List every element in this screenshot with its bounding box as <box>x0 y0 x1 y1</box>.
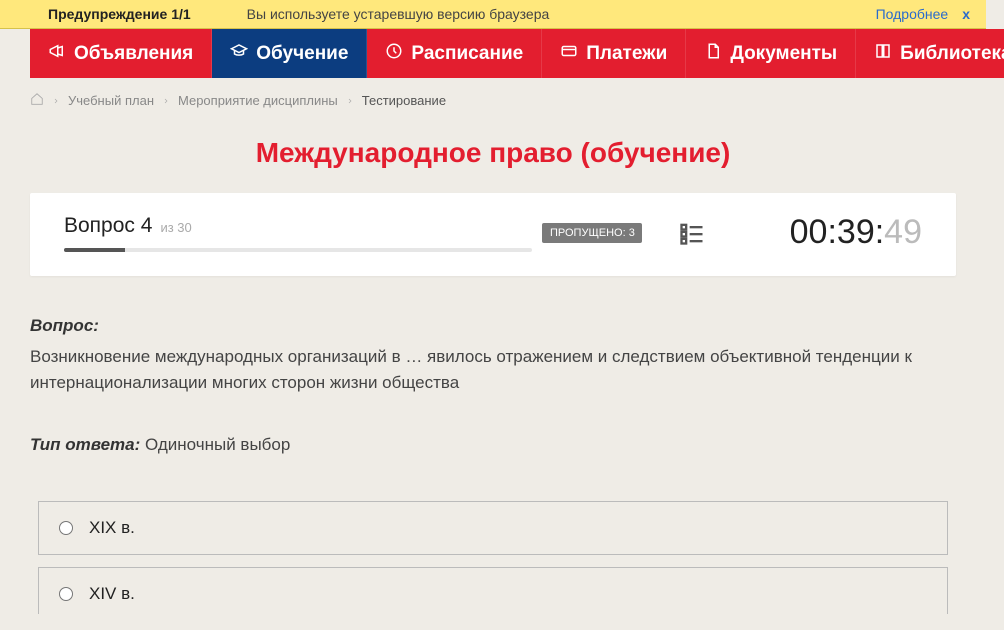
clock-icon <box>385 42 403 66</box>
question-label: Вопрос: <box>30 316 99 335</box>
answer-radio[interactable] <box>59 587 73 601</box>
home-icon[interactable] <box>30 92 44 109</box>
breadcrumb: Учебный план Мероприятие дисциплины Тест… <box>0 78 986 119</box>
crumb-event[interactable]: Мероприятие дисциплины <box>178 93 338 108</box>
tab-label: Документы <box>730 43 837 65</box>
chevron-right-icon <box>162 97 170 105</box>
tab-announcements[interactable]: Объявления <box>30 29 212 78</box>
question-total: из 30 <box>160 220 191 235</box>
timer-sub: 49 <box>884 213 922 251</box>
warning-close-button[interactable]: x <box>962 6 970 22</box>
tab-label: Расписание <box>411 43 523 65</box>
main-tabs: Объявления Обучение Расписание Платежи <box>30 29 956 78</box>
question-text: Возникновение международных организаций … <box>30 344 956 395</box>
page-title: Международное право (обучение) <box>0 137 986 169</box>
browser-warning-bar: Предупреждение 1/1 Вы используете устаре… <box>0 0 986 29</box>
question-number: Вопрос 4 <box>64 214 152 238</box>
graduation-cap-icon <box>230 42 248 66</box>
answer-text: XIV в. <box>89 584 135 604</box>
tab-payments[interactable]: Платежи <box>542 29 686 78</box>
tab-label: Платежи <box>586 43 667 65</box>
crumb-plan[interactable]: Учебный план <box>68 93 154 108</box>
chevron-right-icon <box>52 97 60 105</box>
warning-message: Вы используете устаревшую версию браузер… <box>247 6 876 22</box>
tab-label: Объявления <box>74 43 193 65</box>
tab-schedule[interactable]: Расписание <box>367 29 542 78</box>
tab-documents[interactable]: Документы <box>686 29 856 78</box>
document-icon <box>704 42 722 66</box>
list-icon <box>678 219 706 247</box>
book-icon <box>874 42 892 66</box>
answer-radio[interactable] <box>59 521 73 535</box>
progress-fill <box>64 248 125 252</box>
warning-more-link[interactable]: Подробнее <box>876 6 949 22</box>
answers-list: XIX в. XIV в. <box>38 501 948 614</box>
test-status-card: Вопрос 4 из 30 ПРОПУЩЕНО: 3 00:39:4 <box>30 193 956 276</box>
question-list-button[interactable] <box>652 219 732 247</box>
answer-text: XIX в. <box>89 518 135 538</box>
chevron-right-icon <box>346 97 354 105</box>
answer-option[interactable]: XIX в. <box>38 501 948 555</box>
answer-type-label: Тип ответа: <box>30 435 140 454</box>
progress-bar <box>64 248 532 252</box>
warning-title: Предупреждение 1/1 <box>48 6 191 22</box>
page-root: Предупреждение 1/1 Вы используете устаре… <box>0 0 986 614</box>
tab-library[interactable]: Библиотека <box>856 29 1004 78</box>
card-icon <box>560 42 578 66</box>
megaphone-icon <box>48 42 66 66</box>
question-block: Вопрос: Возникновение международных орга… <box>30 316 956 455</box>
crumb-test: Тестирование <box>362 93 446 108</box>
answer-option[interactable]: XIV в. <box>38 567 948 614</box>
timer-main: 00:39: <box>790 213 885 251</box>
page-scroll-container[interactable]: Предупреждение 1/1 Вы используете устаре… <box>0 0 1004 614</box>
tab-label: Библиотека <box>900 43 1004 65</box>
tab-learning[interactable]: Обучение <box>212 29 367 78</box>
tab-label: Обучение <box>256 43 348 65</box>
timer: 00:39:49 <box>742 213 922 252</box>
answer-type-text: Одиночный выбор <box>145 435 290 454</box>
skipped-badge: ПРОПУЩЕНО: 3 <box>542 223 642 243</box>
